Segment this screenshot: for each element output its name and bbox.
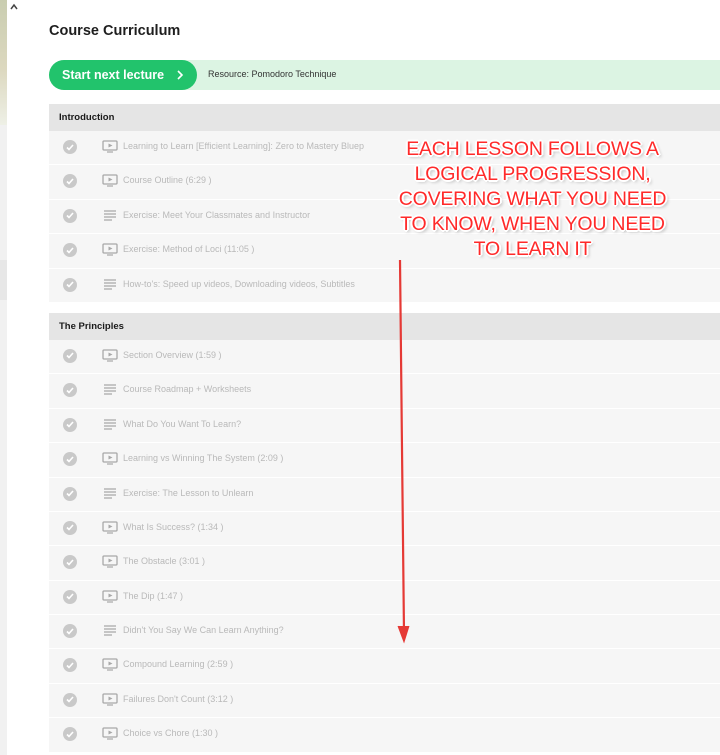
- lesson-title: Section Overview (1:59 ): [123, 349, 222, 360]
- text-lines-icon: [102, 487, 118, 500]
- resource-link[interactable]: Resource: Pomodoro Technique: [208, 69, 336, 79]
- lesson-title: Exercise: Method of Loci (11:05 ): [123, 244, 255, 255]
- video-icon: [102, 174, 118, 187]
- completed-check-icon[interactable]: [63, 555, 77, 570]
- video-icon: [102, 555, 118, 568]
- text-lines-icon: [102, 383, 118, 396]
- completed-check-icon[interactable]: [63, 727, 77, 742]
- completed-check-icon[interactable]: [63, 520, 77, 535]
- completed-check-icon[interactable]: [63, 417, 77, 432]
- completed-check-icon[interactable]: [63, 692, 77, 707]
- lesson-title: Learning vs Winning The System (2:09 ): [123, 453, 284, 464]
- annotation-arrow: [397, 259, 410, 644]
- completed-check-icon[interactable]: [63, 658, 77, 673]
- start-next-lecture-button[interactable]: Start next lecture: [49, 60, 197, 90]
- video-icon: [102, 693, 118, 706]
- video-icon: [102, 243, 118, 256]
- completed-check-icon[interactable]: [63, 208, 77, 223]
- annotation-line: TO LEARN IT: [473, 238, 592, 260]
- left-panel-image: [0, 0, 7, 125]
- lesson-title: The Obstacle (3:01 ): [123, 556, 206, 567]
- lesson-title: Exercise: Meet Your Classmates and Instr…: [123, 209, 311, 220]
- scroll-up-icon[interactable]: [7, 0, 21, 14]
- completed-check-icon[interactable]: [63, 624, 77, 639]
- text-lines-icon: [102, 278, 118, 291]
- section-header[interactable]: The Principles: [49, 312, 720, 340]
- video-icon: [102, 727, 118, 740]
- completed-check-icon[interactable]: [63, 452, 77, 467]
- lesson-row[interactable]: Compound Learning (2:59 ): [49, 649, 720, 684]
- section-header[interactable]: Introduction: [49, 104, 720, 131]
- video-icon: [102, 452, 118, 465]
- lesson-title: How-to's: Speed up videos, Downloading v…: [123, 278, 355, 289]
- lesson-row[interactable]: Section Overview (1:59 ): [49, 339, 720, 375]
- text-lines-icon: [102, 209, 118, 222]
- left-panel-divider: [0, 260, 7, 300]
- completed-check-icon[interactable]: [63, 486, 77, 501]
- lesson-row[interactable]: Learning vs Winning The System (2:09 ): [49, 443, 720, 478]
- page-title: Course Curriculum: [49, 23, 181, 39]
- lesson-row[interactable]: Exercise: The Lesson to Unlearn: [49, 477, 720, 512]
- lesson-title: The Dip (1:47 ): [123, 590, 184, 601]
- video-icon: [102, 590, 118, 603]
- lesson-title: Choice vs Chore (1:30 ): [123, 728, 219, 739]
- video-icon: [102, 658, 118, 672]
- text-lines-icon: [102, 418, 118, 431]
- lesson-title: Didn't You Say We Can Learn Anything?: [123, 625, 284, 636]
- lesson-title: What Do You Want To Learn?: [123, 418, 242, 429]
- text-lines-icon: [102, 624, 118, 637]
- start-next-lecture-label: Start next lecture: [62, 68, 165, 82]
- video-icon: [102, 140, 118, 153]
- lesson-row[interactable]: Course Roadmap + Worksheets: [49, 374, 720, 409]
- lesson-row[interactable]: Failures Don't Count (3:12 ): [49, 683, 720, 719]
- lesson-row[interactable]: The Dip (1:47 ): [49, 580, 720, 616]
- lesson-row[interactable]: What Do You Want To Learn?: [49, 408, 720, 444]
- annotation-callout: EACH LESSON FOLLOWS A LOGICAL PROGRESSION…: [375, 137, 690, 262]
- lesson-title: Failures Don't Count (3:12 ): [123, 693, 234, 704]
- video-icon: [102, 521, 118, 534]
- completed-check-icon[interactable]: [63, 140, 77, 154]
- lesson-title: Exercise: The Lesson to Unlearn: [123, 487, 254, 498]
- lesson-row[interactable]: How-to's: Speed up videos, Downloading v…: [49, 268, 720, 303]
- lesson-title: Course Outline (6:29 ): [123, 175, 212, 186]
- completed-check-icon[interactable]: [63, 383, 77, 398]
- lesson-row[interactable]: Didn't You Say We Can Learn Anything?: [49, 615, 720, 650]
- completed-check-icon[interactable]: [63, 348, 77, 363]
- completed-check-icon[interactable]: [63, 174, 77, 189]
- lesson-title: Compound Learning (2:59 ): [123, 659, 234, 670]
- completed-check-icon[interactable]: [63, 243, 77, 258]
- lesson-row[interactable]: The Obstacle (3:01 ): [49, 546, 720, 581]
- lesson-row[interactable]: Choice vs Chore (1:30 ): [49, 718, 720, 753]
- lesson-row[interactable]: What Is Success? (1:34 ): [49, 511, 720, 547]
- completed-check-icon[interactable]: [63, 277, 77, 292]
- video-icon: [102, 349, 118, 362]
- annotation-line: TO KNOW, WHEN YOU NEED: [400, 213, 665, 235]
- completed-check-icon[interactable]: [63, 589, 77, 604]
- chevron-right-icon: [177, 70, 184, 80]
- annotation-line: EACH LESSON FOLLOWS A: [406, 138, 659, 160]
- lesson-title: What Is Success? (1:34 ): [123, 521, 224, 532]
- lesson-title: Course Roadmap + Worksheets: [123, 384, 252, 395]
- annotation-line: COVERING WHAT YOU NEED: [398, 188, 667, 210]
- lesson-title: Learning to Learn [Efficient Learning]: …: [123, 141, 364, 151]
- annotation-line: LOGICAL PROGRESSION,: [414, 163, 651, 185]
